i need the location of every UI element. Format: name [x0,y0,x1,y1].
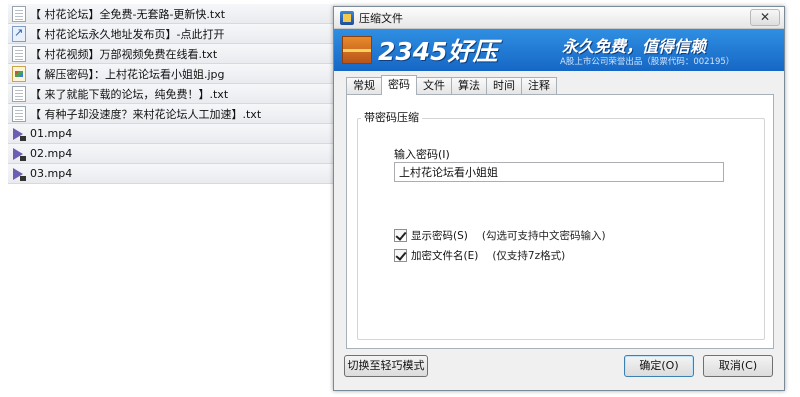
close-button[interactable]: ✕ [750,9,780,26]
dialog-titlebar[interactable]: 压缩文件 ✕ [334,7,784,29]
tab-bar: 常规 密码 文件 算法 时间 注释 [346,75,557,95]
show-password-checkbox[interactable] [394,229,407,242]
password-panel: 带密码压缩 输入密码(I) 显示密码(S) (勾选可支持中文密码输入) 加密文件… [346,94,774,349]
file-row[interactable]: 【 村花论坛】全免费-无套路-更新快.txt [8,4,335,24]
encrypt-filenames-note: (仅支持7z格式) [492,250,566,262]
brand-banner: 2345好压 永久免费，值得信赖 A股上市公司荣誉出品（股票代码：002195） [334,29,784,71]
url-shortcut-icon [12,25,26,42]
encrypt-filenames-label: 加密文件名(E) [411,250,479,262]
password-label: 输入密码(I) [394,148,450,161]
file-name: 【 解压密码】：上村花论坛看小姐姐.jpg [30,67,225,81]
file-name: 【 村花视频】万部视频免费在线看.txt [30,47,218,61]
group-label: 带密码压缩 [361,109,422,125]
file-row[interactable]: 02.mp4 [8,144,335,164]
file-row[interactable]: 【 村花视频】万部视频免费在线看.txt [8,44,335,64]
file-row[interactable]: 01.mp4 [8,124,335,144]
brand-subline: A股上市公司荣誉出品（股票代码：002195） [560,57,735,67]
file-name: 【 来了就能下载的论坛，纯免费！】.txt [30,87,229,101]
ok-button[interactable]: 确定(O) [624,355,694,377]
video-file-icon [12,166,26,182]
file-name: 03.mp4 [30,167,73,180]
app-icon [340,10,354,25]
tab-files[interactable]: 文件 [416,77,452,95]
file-row[interactable]: 03.mp4 [8,164,335,184]
file-name: 01.mp4 [30,127,73,140]
dialog-title: 压缩文件 [359,11,403,25]
file-row[interactable]: 【 来了就能下载的论坛，纯免费！】.txt [8,84,335,104]
archive-logo-icon [342,36,372,64]
text-file-icon [12,105,26,122]
text-file-icon [12,85,26,102]
tab-password[interactable]: 密码 [381,75,417,95]
file-row[interactable]: 【 村花论坛永久地址发布页】-点此打开 [8,24,335,44]
image-file-icon [12,65,26,82]
tab-time[interactable]: 时间 [486,77,522,95]
file-name: 【 村花论坛】全免费-无套路-更新快.txt [30,7,226,21]
file-list: 【 村花论坛】全免费-无套路-更新快.txt 【 村花论坛永久地址发布页】-点此… [8,4,335,184]
file-row[interactable]: 【 解压密码】：上村花论坛看小姐姐.jpg [8,64,335,84]
show-password-label: 显示密码(S) [411,230,468,242]
video-file-icon [12,146,26,162]
show-password-option[interactable]: 显示密码(S) (勾选可支持中文密码输入) [394,228,606,243]
file-name: 【 有种子却没速度？来村花论坛人工加速】.txt [30,107,262,121]
file-name: 02.mp4 [30,147,73,160]
encrypt-filenames-checkbox[interactable] [394,249,407,262]
text-file-icon [12,45,26,62]
cancel-button[interactable]: 取消(C) [703,355,773,377]
tab-algorithm[interactable]: 算法 [451,77,487,95]
encrypt-filenames-option[interactable]: 加密文件名(E) (仅支持7z格式) [394,248,565,263]
video-file-icon [12,126,26,142]
switch-mode-button[interactable]: 切换至轻巧模式 [344,355,428,377]
file-name: 【 村花论坛永久地址发布页】-点此打开 [30,27,225,41]
brand-slogan: 永久免费，值得信赖 [562,37,707,56]
tab-comment[interactable]: 注释 [521,77,557,95]
password-input[interactable] [394,162,724,182]
file-row[interactable]: 【 有种子却没速度？来村花论坛人工加速】.txt [8,104,335,124]
text-file-icon [12,5,26,22]
compress-dialog: 压缩文件 ✕ 2345好压 永久免费，值得信赖 A股上市公司荣誉出品（股票代码：… [333,6,785,391]
show-password-note: (勾选可支持中文密码输入) [481,230,606,242]
tab-general[interactable]: 常规 [346,77,382,95]
brand-name: 2345好压 [378,37,498,66]
